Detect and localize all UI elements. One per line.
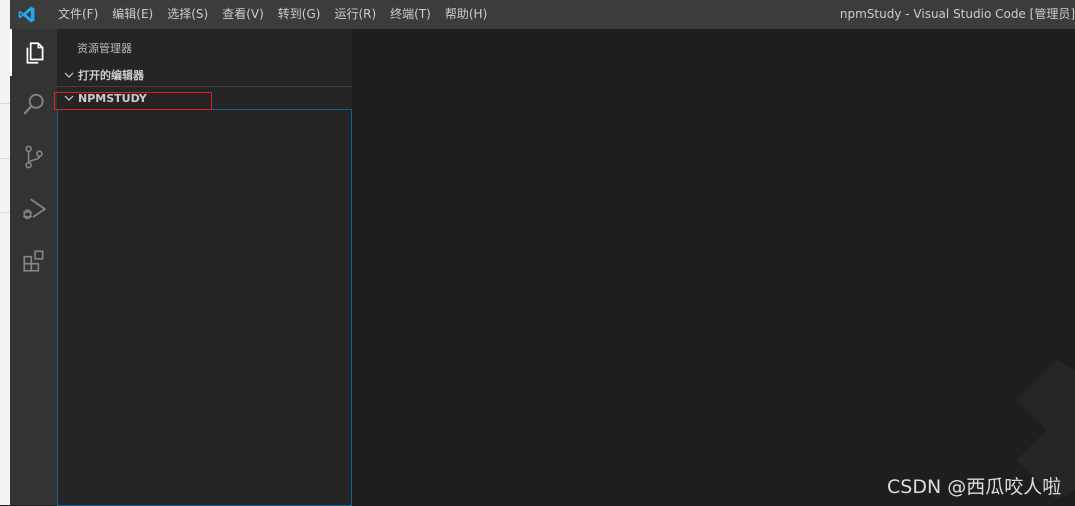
activity-search[interactable] [10, 80, 57, 127]
menu-run[interactable]: 运行(R) [327, 0, 383, 29]
csdn-watermark: CSDN @西瓜咬人啦 [887, 476, 1062, 498]
title-bar: 文件(F) 编辑(E) 选择(S) 查看(V) 转到(G) 运行(R) 终端(T… [10, 0, 1075, 29]
vscode-logo-icon [18, 6, 35, 23]
menu-bar: 文件(F) 编辑(E) 选择(S) 查看(V) 转到(G) 运行(R) 终端(T… [51, 0, 494, 29]
strip-divider [0, 103, 10, 104]
activity-bar [10, 29, 57, 505]
explorer-icon [26, 41, 43, 64]
menu-terminal[interactable]: 终端(T) [383, 0, 438, 29]
file-tree[interactable] [57, 109, 352, 506]
menu-go[interactable]: 转到(G) [271, 0, 328, 29]
annotation-highlight-box [54, 92, 212, 110]
activity-extensions[interactable] [10, 237, 57, 284]
sidebar-title: 资源管理器 [77, 42, 132, 55]
background-window-strip [0, 0, 10, 505]
source-control-icon [24, 145, 43, 168]
menu-view[interactable]: 查看(V) [215, 0, 271, 29]
extensions-icon [22, 249, 43, 272]
menu-selection[interactable]: 选择(S) [160, 0, 215, 29]
chevron-down-icon [64, 72, 74, 78]
menu-file[interactable]: 文件(F) [51, 0, 105, 29]
menu-help[interactable]: 帮助(H) [438, 0, 494, 29]
editor-area[interactable] [352, 29, 1075, 505]
activity-run-debug[interactable] [10, 185, 57, 232]
activity-source-control[interactable] [10, 133, 57, 180]
strip-divider [0, 212, 10, 213]
window-title: npmStudy - Visual Studio Code [管理员] [839, 7, 1075, 21]
run-debug-icon [22, 198, 46, 219]
section-open-editors[interactable]: 打开的编辑器 [57, 64, 352, 87]
strip-divider [0, 158, 10, 159]
search-icon [23, 93, 44, 114]
activity-explorer[interactable] [10, 29, 57, 76]
section-label: 打开的编辑器 [78, 69, 144, 82]
menu-edit[interactable]: 编辑(E) [105, 0, 160, 29]
